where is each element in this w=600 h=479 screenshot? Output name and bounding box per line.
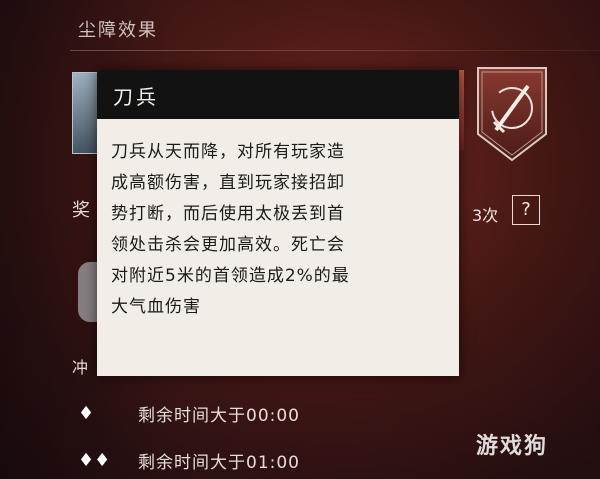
condition-label-partial: 冲 <box>72 358 89 377</box>
condition-row: ♦♦ 剩余时间大于01:00 <box>78 445 300 475</box>
condition-row: ♦ 剩余时间大于00:00 <box>78 398 300 428</box>
tooltip-body: 刀兵从天而降，对所有玩家造 成高额伤害，直到玩家接招卸 势打断，而后使用太极丢到… <box>97 119 459 376</box>
uses-count: 3次 <box>472 206 499 225</box>
skill-badge[interactable] <box>474 64 550 164</box>
tooltip-title: 刀兵 <box>113 85 159 109</box>
description-line: 刀兵从天而降，对所有玩家造 <box>111 142 345 162</box>
condition-text: 剩余时间大于01:00 <box>138 452 300 473</box>
reward-label-partial: 奖 <box>72 200 90 221</box>
condition-text: 剩余时间大于00:00 <box>138 405 300 426</box>
watermark-logo: 游戏狗 <box>476 434 549 459</box>
divider <box>70 50 600 51</box>
double-diamond-icon: ♦♦ <box>78 449 111 471</box>
tooltip-header: 刀兵 <box>97 70 459 119</box>
description-line: 领处击杀会更加高效。死亡会 <box>111 235 345 255</box>
section-title: 尘障效果 <box>78 20 158 41</box>
skill-tooltip: 刀兵 刀兵从天而降，对所有玩家造 成高额伤害，直到玩家接招卸 势打断，而后使用太… <box>97 70 459 376</box>
tooltip-description: 刀兵从天而降，对所有玩家造 成高额伤害，直到玩家接招卸 势打断，而后使用太极丢到… <box>111 137 447 323</box>
diamond-icon: ♦ <box>78 402 95 424</box>
sword-rune-icon <box>477 67 547 162</box>
description-line: 势打断，而后使用太极丢到首 <box>111 204 345 224</box>
description-line: 对附近5米的首领造成2%的最 <box>111 266 350 286</box>
description-line: 大气血伤害 <box>111 297 201 317</box>
description-line: 成高额伤害，直到玩家接招卸 <box>111 173 345 193</box>
help-button[interactable]: ? <box>512 195 540 225</box>
